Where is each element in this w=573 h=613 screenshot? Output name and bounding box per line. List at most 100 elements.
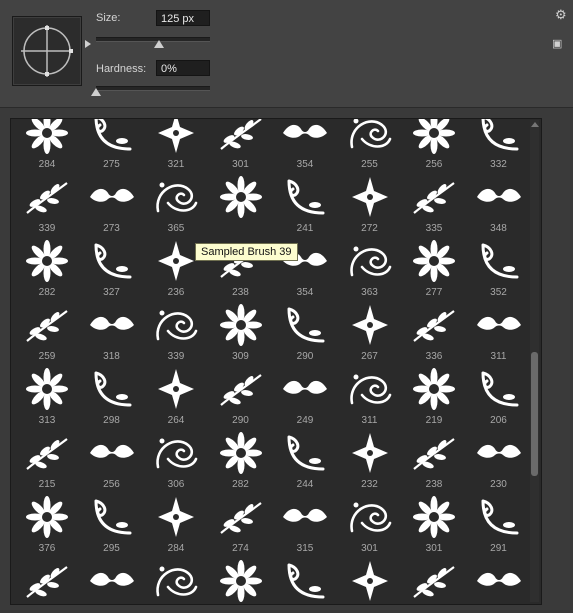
brush-preset-2-1[interactable]: 327 [82,237,142,301]
brush-tip-thumbnail [156,182,198,213]
brush-preset-6-7[interactable]: 291 [469,493,529,557]
brush-preset-5-6[interactable]: 238 [404,429,464,493]
brush-tip-thumbnail [26,310,68,342]
size-field[interactable]: 125 px [156,10,210,26]
brush-preset-5-0[interactable]: 215 [17,429,77,493]
brush-tip-thumbnail [94,371,131,407]
size-slider-thumb[interactable] [153,40,164,48]
brush-size-label: 336 [425,351,443,362]
brush-preset-5-2[interactable]: 306 [146,429,206,493]
brush-tip-thumbnail [94,499,131,535]
brush-tip-thumbnail [481,499,518,535]
brush-tip-thumbnail [476,188,521,202]
brush-tip-thumbnail [94,119,131,151]
brush-preset-5-1[interactable]: 256 [82,429,142,493]
brush-preset-6-1[interactable]: 295 [82,493,142,557]
brush-size-label: 339 [38,223,56,234]
brush-preset-0-6[interactable]: 256 [404,119,464,173]
brush-size-label: 284 [167,543,185,554]
brush-preset-7-1[interactable] [82,557,142,604]
brush-tip-thumbnail [287,179,325,215]
brush-preset-0-1[interactable]: 275 [82,119,142,173]
brush-tip-thumbnail [476,572,521,586]
brush-size-label: 311 [361,415,378,426]
brush-preset-4-5[interactable]: 311 [340,365,400,429]
new-preset-icon[interactable]: ▣ [552,38,562,51]
brush-tip-thumbnail [413,182,455,214]
brush-preset-4-3[interactable]: 290 [211,365,271,429]
brush-preset-0-3[interactable]: 301 [211,119,271,173]
brush-preset-1-6[interactable]: 335 [404,173,464,237]
brush-tip-thumbnail [476,316,521,330]
brush-preset-5-3[interactable]: 282 [211,429,271,493]
scroll-up-arrow-icon[interactable] [531,122,539,127]
brush-preset-0-7[interactable]: 332 [469,119,529,173]
brush-preset-7-0[interactable] [17,557,77,604]
brush-preset-7-5[interactable] [340,557,400,604]
brush-tip-thumbnail [219,374,262,406]
brush-preset-4-0[interactable]: 313 [17,365,77,429]
brush-size-label: 256 [103,479,120,490]
brush-preset-3-6[interactable]: 336 [404,301,464,365]
brush-size-label: 273 [103,223,120,234]
brush-preset-1-0[interactable]: 339 [17,173,77,237]
brush-preset-4-7[interactable]: 206 [469,365,529,429]
brush-preset-3-2[interactable]: 339 [146,301,206,365]
brush-preset-1-3[interactable] [211,173,271,237]
brush-preset-2-6[interactable]: 277 [404,237,464,301]
brush-preset-6-4[interactable]: 315 [275,493,335,557]
brush-preset-1-2[interactable]: 365 [146,173,206,237]
brush-tip-thumbnail [413,496,455,538]
brush-preset-6-3[interactable]: 274 [211,493,271,557]
brush-tip-thumbnail [349,119,391,149]
brush-preset-1-4[interactable]: 241 [275,173,335,237]
brush-preset-4-4[interactable]: 249 [275,365,335,429]
brush-preset-5-5[interactable]: 232 [340,429,400,493]
brush-preset-5-7[interactable]: 230 [469,429,529,493]
brush-preset-1-1[interactable]: 273 [82,173,142,237]
brush-preset-7-3[interactable] [211,557,271,604]
vertical-scrollbar[interactable] [530,120,539,602]
brush-preset-0-5[interactable]: 255 [340,119,400,173]
brush-preset-6-5[interactable]: 301 [340,493,400,557]
brush-tip-preview [12,16,82,86]
brush-preset-2-5[interactable]: 363 [340,237,400,301]
brush-size-label: 318 [103,351,120,362]
brush-preset-2-0[interactable]: 282 [17,237,77,301]
brush-preset-0-2[interactable]: 321 [146,119,206,173]
brush-preset-3-7[interactable]: 311 [469,301,529,365]
brush-preset-7-7[interactable] [469,557,529,604]
brush-preset-3-5[interactable]: 267 [340,301,400,365]
hardness-slider-thumb[interactable] [91,88,101,96]
brush-preset-7-2[interactable] [146,557,206,604]
brush-preset-1-7[interactable]: 348 [469,173,529,237]
brush-tip-thumbnail [413,240,455,282]
brush-preset-3-3[interactable]: 309 [211,301,271,365]
scrollbar-thumb[interactable] [531,352,538,476]
brush-preset-3-4[interactable]: 290 [275,301,335,365]
hardness-slider-track[interactable] [96,86,210,91]
gear-icon[interactable]: ⚙ [555,8,567,21]
brush-preset-4-6[interactable]: 219 [404,365,464,429]
brush-tip-thumbnail [26,240,68,282]
hardness-field[interactable]: 0% [156,60,210,76]
brush-preset-3-1[interactable]: 318 [82,301,142,365]
brush-preset-3-0[interactable]: 259 [17,301,77,365]
brush-preset-7-6[interactable] [404,557,464,604]
brush-preset-1-5[interactable]: 272 [340,173,400,237]
brush-preset-0-4[interactable]: 354 [275,119,335,173]
brush-preset-4-1[interactable]: 298 [82,365,142,429]
brush-preset-4-2[interactable]: 264 [146,365,206,429]
preview-menu-caret-icon[interactable] [85,40,91,48]
brush-tip-thumbnail [158,497,194,537]
brush-tip-thumbnail [158,369,194,409]
brush-preset-6-2[interactable]: 284 [146,493,206,557]
brush-preset-7-4[interactable] [275,557,335,604]
brush-size-label: 275 [103,159,120,170]
brush-angle-roundness-icon[interactable] [13,17,81,85]
brush-preset-6-0[interactable]: 376 [17,493,77,557]
brush-preset-0-0[interactable]: 284 [17,119,77,173]
brush-preset-2-7[interactable]: 352 [469,237,529,301]
brush-preset-6-6[interactable]: 301 [404,493,464,557]
brush-preset-5-4[interactable]: 244 [275,429,335,493]
